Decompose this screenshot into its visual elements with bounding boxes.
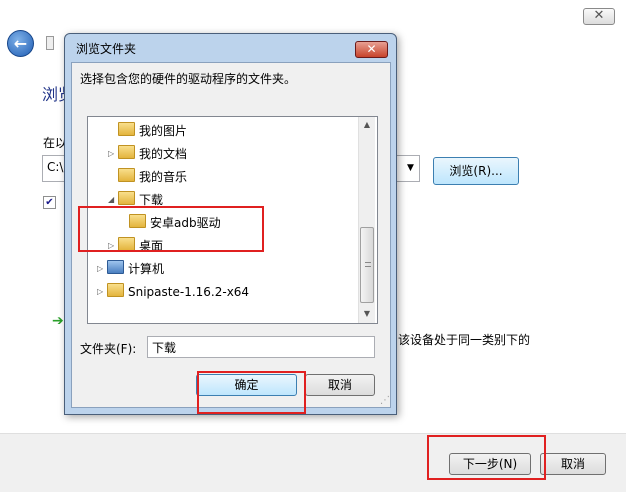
tree-item-label: 我的图片 <box>139 124 188 138</box>
tree-item[interactable]: 我的音乐 <box>118 167 187 187</box>
tree-item[interactable]: 我的文档 <box>118 144 187 164</box>
expand-arrow-icon[interactable]: ▷ <box>97 287 103 296</box>
dialog-title: 浏览文件夹 <box>76 42 137 56</box>
folder-icon <box>118 122 135 136</box>
tree-item-label: 下载 <box>139 193 164 207</box>
scroll-down-icon[interactable]: ▼ <box>359 306 375 322</box>
highlight-box-tree-item <box>78 206 264 252</box>
dialog-cancel-button[interactable]: 取消 <box>305 374 375 396</box>
computer-icon <box>107 260 124 274</box>
resize-grip-icon[interactable]: ⋰ <box>380 396 392 408</box>
tree-item[interactable]: Snipaste-1.16.2-x64 <box>107 282 249 302</box>
include-subfolders-checkbox[interactable]: ✔ <box>43 196 56 209</box>
music-folder-icon <box>118 168 135 182</box>
back-arrow-icon[interactable]: ← <box>7 30 34 57</box>
highlight-box-ok-button <box>197 371 306 414</box>
folder-icon <box>107 283 124 297</box>
highlight-box-next-button <box>427 435 546 480</box>
tree-item[interactable]: 计算机 <box>107 259 164 279</box>
folder-input[interactable]: 下载 <box>147 336 375 358</box>
green-arrow-icon: ➔ <box>52 313 64 329</box>
close-icon[interactable]: ✕ <box>355 41 388 58</box>
scrollbar-thumb[interactable] <box>360 227 374 303</box>
tree-item-label: 我的文档 <box>139 147 188 161</box>
collapse-arrow-icon[interactable]: ◢ <box>108 195 114 204</box>
dialog-instruction: 选择包含您的硬件的驱动程序的文件夹。 <box>80 72 297 86</box>
expand-arrow-icon[interactable]: ▷ <box>97 264 103 273</box>
tree-scrollbar[interactable]: ▲ ▼ <box>358 117 375 323</box>
download-folder-icon <box>118 191 135 205</box>
tree-item[interactable]: 我的图片 <box>118 121 187 141</box>
device-icon <box>46 36 54 50</box>
scroll-up-icon[interactable]: ▲ <box>359 117 375 133</box>
tree-item-label: 计算机 <box>128 262 165 276</box>
browse-button[interactable]: 浏览(R)... <box>433 157 519 185</box>
chevron-down-icon[interactable]: ▼ <box>402 156 419 181</box>
folder-field-label: 文件夹(F): <box>80 342 137 356</box>
expand-arrow-icon[interactable]: ▷ <box>108 149 114 158</box>
wizard-close-button[interactable]: ✕ <box>583 8 615 25</box>
wizard-cancel-button[interactable]: 取消 <box>540 453 606 475</box>
device-category-text: 该设备处于同一类别下的 <box>398 333 531 347</box>
tree-item-label: 我的音乐 <box>139 170 188 184</box>
grip-icon <box>365 262 371 267</box>
tree-item-label: Snipaste-1.16.2-x64 <box>128 285 250 299</box>
folder-icon <box>118 145 135 159</box>
